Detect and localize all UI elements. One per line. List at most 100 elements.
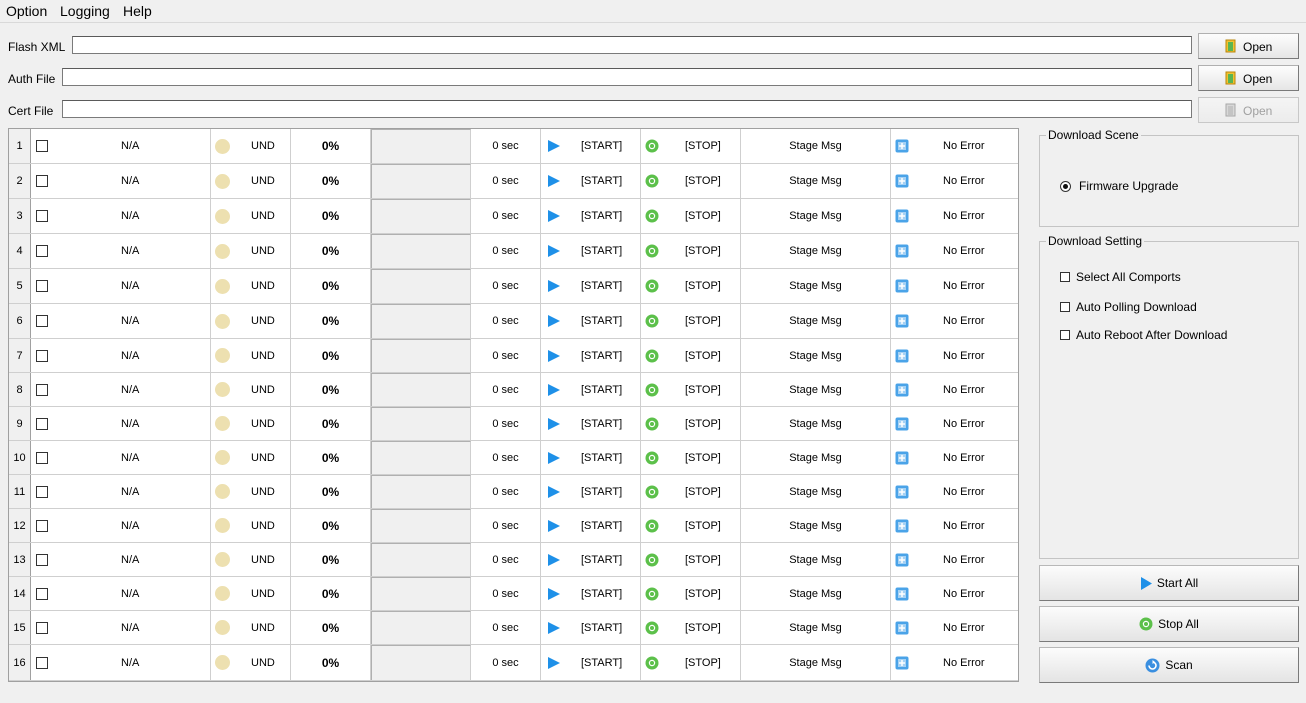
play-icon: [548, 587, 560, 600]
start-button[interactable]: [START]: [541, 373, 641, 406]
error-message: No Error: [943, 383, 985, 396]
port-checkbox[interactable]: [36, 621, 48, 634]
menu-option[interactable]: Option: [6, 3, 47, 19]
start-button[interactable]: [START]: [541, 577, 641, 610]
start-button[interactable]: [START]: [541, 339, 641, 372]
select-all-comports-checkbox[interactable]: Select All Comports: [1060, 270, 1181, 284]
play-icon: [548, 140, 560, 152]
error-message: No Error: [943, 245, 985, 257]
auto-reboot-checkbox[interactable]: Auto Reboot After Download: [1060, 328, 1227, 342]
scan-label: Scan: [1165, 658, 1193, 672]
port-name: N/A: [121, 417, 140, 430]
folder-open-icon: [1225, 39, 1236, 53]
start-button[interactable]: [START]: [541, 407, 641, 440]
cert-file-field[interactable]: [62, 100, 1192, 118]
plus-box-icon[interactable]: [895, 139, 909, 153]
start-button[interactable]: [START]: [541, 611, 641, 644]
stop-button[interactable]: [STOP]: [641, 234, 741, 268]
stop-button[interactable]: [STOP]: [641, 543, 741, 576]
stop-button[interactable]: [STOP]: [641, 509, 741, 542]
stop-label: [STOP]: [685, 451, 721, 464]
port-checkbox[interactable]: [36, 451, 48, 464]
stop-button[interactable]: [STOP]: [641, 645, 741, 680]
auth-file-field[interactable]: [62, 68, 1192, 86]
plus-box-icon[interactable]: [895, 349, 909, 363]
stop-label: [STOP]: [685, 485, 721, 498]
stop-button[interactable]: [STOP]: [641, 269, 741, 303]
flash-xml-open-button[interactable]: Open: [1198, 33, 1299, 59]
stage-message: Stage Msg: [741, 577, 891, 610]
port-checkbox[interactable]: [36, 485, 48, 498]
start-button[interactable]: [START]: [541, 475, 641, 508]
start-button[interactable]: [START]: [541, 509, 641, 542]
stop-button[interactable]: [STOP]: [641, 577, 741, 610]
start-button[interactable]: [START]: [541, 304, 641, 338]
stop-button[interactable]: [STOP]: [641, 407, 741, 440]
stop-button[interactable]: [STOP]: [641, 441, 741, 474]
stop-button[interactable]: [STOP]: [641, 304, 741, 338]
menu-logging[interactable]: Logging: [60, 3, 110, 19]
plus-box-icon[interactable]: [895, 587, 909, 601]
cert-file-open-button[interactable]: Open: [1198, 97, 1299, 123]
plus-box-icon[interactable]: [895, 279, 909, 293]
plus-box-icon[interactable]: [895, 451, 909, 465]
start-button[interactable]: [START]: [541, 164, 641, 198]
port-checkbox[interactable]: [36, 383, 48, 396]
port-checkbox[interactable]: [36, 587, 48, 600]
scan-button[interactable]: Scan: [1039, 647, 1299, 683]
start-button[interactable]: [START]: [541, 645, 641, 680]
port-checkbox[interactable]: [36, 315, 48, 327]
plus-box-icon[interactable]: [895, 383, 909, 397]
port-checkbox[interactable]: [36, 553, 48, 566]
port-checkbox[interactable]: [36, 245, 48, 257]
port-checkbox[interactable]: [36, 519, 48, 532]
plus-box-icon[interactable]: [895, 314, 909, 328]
status-dot-icon: [215, 484, 230, 499]
start-button[interactable]: [START]: [541, 543, 641, 576]
port-checkbox[interactable]: [36, 349, 48, 362]
firmware-upgrade-radio[interactable]: Firmware Upgrade: [1060, 179, 1178, 193]
port-checkbox[interactable]: [36, 175, 48, 187]
stop-all-button[interactable]: Stop All: [1039, 606, 1299, 642]
plus-box-icon[interactable]: [895, 621, 909, 635]
port-row: 3 N/A UND 0% 0 sec [START] [STOP] Stage Msg No E…: [9, 199, 1018, 234]
menu-help[interactable]: Help: [123, 3, 152, 19]
error-message: No Error: [943, 656, 985, 669]
start-button[interactable]: [START]: [541, 269, 641, 303]
state-text: UND: [251, 140, 275, 152]
stop-button[interactable]: [STOP]: [641, 475, 741, 508]
port-cell: N/A: [31, 164, 211, 198]
flash-xml-field[interactable]: [72, 36, 1192, 54]
plus-box-icon[interactable]: [895, 244, 909, 258]
auth-file-open-button[interactable]: Open: [1198, 65, 1299, 91]
stop-circle-icon: [645, 314, 659, 328]
plus-box-icon[interactable]: [895, 656, 909, 670]
plus-box-icon[interactable]: [895, 174, 909, 188]
plus-box-icon[interactable]: [895, 519, 909, 533]
start-button[interactable]: [START]: [541, 234, 641, 268]
plus-box-icon[interactable]: [895, 417, 909, 431]
plus-box-icon[interactable]: [895, 209, 909, 223]
stop-button[interactable]: [STOP]: [641, 199, 741, 233]
auto-polling-download-checkbox[interactable]: Auto Polling Download: [1060, 300, 1197, 314]
port-checkbox[interactable]: [36, 210, 48, 222]
port-row: 7 N/A UND 0% 0 sec [START] [STOP] Stage Msg No E…: [9, 339, 1018, 373]
start-button[interactable]: [START]: [541, 129, 641, 163]
port-checkbox[interactable]: [36, 656, 48, 669]
plus-box-icon[interactable]: [895, 553, 909, 567]
stop-button[interactable]: [STOP]: [641, 611, 741, 644]
port-checkbox[interactable]: [36, 417, 48, 430]
elapsed-time: 0 sec: [471, 373, 541, 406]
stop-button[interactable]: [STOP]: [641, 339, 741, 372]
stop-button[interactable]: [STOP]: [641, 164, 741, 198]
start-all-button[interactable]: Start All: [1039, 565, 1299, 601]
stop-button[interactable]: [STOP]: [641, 373, 741, 406]
port-checkbox[interactable]: [36, 280, 48, 292]
start-button[interactable]: [START]: [541, 441, 641, 474]
progress-percent: 0%: [291, 543, 371, 576]
port-checkbox[interactable]: [36, 140, 48, 152]
port-row: 1 N/A UND 0% 0 sec [START] [STOP] Stage Msg No E…: [9, 129, 1018, 164]
plus-box-icon[interactable]: [895, 485, 909, 499]
start-button[interactable]: [START]: [541, 199, 641, 233]
stop-button[interactable]: [STOP]: [641, 129, 741, 163]
